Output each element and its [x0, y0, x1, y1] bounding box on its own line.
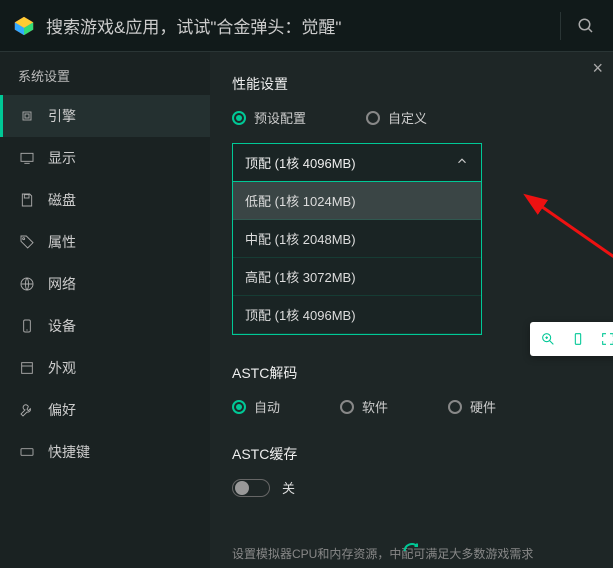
- close-button[interactable]: ×: [592, 58, 603, 79]
- radio-dot-icon: [340, 400, 354, 414]
- divider: [560, 12, 561, 40]
- cpu-icon: [18, 107, 36, 125]
- monitor-icon: [18, 149, 36, 167]
- perf-mode-radios: 预设配置 自定义: [232, 108, 591, 127]
- refresh-icon[interactable]: [402, 541, 422, 564]
- searchbar: 搜索游戏&应用，试试"合金弹头：觉醒": [0, 0, 613, 52]
- disk-icon: [18, 191, 36, 209]
- tag-icon: [18, 233, 36, 251]
- perf-title: 性能设置: [232, 74, 591, 94]
- sidebar-item-label: 属性: [48, 232, 76, 252]
- perf-preset-dropdown: 顶配 (1核 4096MB) 低配 (1核 1024MB) 中配 (1核 204…: [232, 143, 482, 335]
- annotation-toolbar: [530, 322, 613, 356]
- radio-label: 软件: [362, 397, 388, 416]
- radio-dot-icon: [366, 111, 380, 125]
- sidebar-item-label: 显示: [48, 148, 76, 168]
- search-input[interactable]: 搜索游戏&应用，试试"合金弹头：觉醒": [46, 13, 552, 38]
- dropdown-options: 低配 (1核 1024MB) 中配 (1核 2048MB) 高配 (1核 307…: [233, 181, 481, 334]
- radio-label: 自定义: [388, 108, 427, 127]
- radio-label: 硬件: [470, 397, 496, 416]
- dropdown-option-low[interactable]: 低配 (1核 1024MB): [233, 182, 481, 220]
- search-button[interactable]: [569, 9, 603, 43]
- radio-astc-auto[interactable]: 自动: [232, 397, 280, 416]
- sidebar-item-appearance[interactable]: 外观: [0, 347, 210, 389]
- main: 系统设置 引擎 显示 磁盘 属性 网络 设备 外观: [0, 52, 613, 568]
- sidebar-item-device[interactable]: 设备: [0, 305, 210, 347]
- sidebar-item-label: 偏好: [48, 400, 76, 420]
- tool-zoom-button[interactable]: [534, 326, 562, 352]
- dropdown-option-high[interactable]: 高配 (1核 3072MB): [233, 258, 481, 296]
- astc-cache-state: 关: [282, 478, 295, 497]
- sidebar-item-display[interactable]: 显示: [0, 137, 210, 179]
- sidebar-item-network[interactable]: 网络: [0, 263, 210, 305]
- sidebar-title: 系统设置: [0, 52, 210, 95]
- globe-icon: [18, 275, 36, 293]
- chevron-up-icon: [455, 154, 469, 171]
- dropdown-option-mid[interactable]: 中配 (1核 2048MB): [233, 220, 481, 258]
- astc-decode-section: ASTC解码 自动 软件 硬件: [232, 363, 591, 416]
- app-logo: [10, 12, 38, 40]
- sidebar-item-property[interactable]: 属性: [0, 221, 210, 263]
- sidebar-item-preference[interactable]: 偏好: [0, 389, 210, 431]
- sidebar: 系统设置 引擎 显示 磁盘 属性 网络 设备 外观: [0, 52, 210, 568]
- radio-preset[interactable]: 预设配置: [232, 108, 306, 127]
- radio-dot-icon: [232, 400, 246, 414]
- sidebar-item-label: 引擎: [48, 106, 76, 126]
- sidebar-item-label: 磁盘: [48, 190, 76, 210]
- radio-custom[interactable]: 自定义: [366, 108, 427, 127]
- radio-astc-software[interactable]: 软件: [340, 397, 388, 416]
- sidebar-item-shortcut[interactable]: 快捷键: [0, 431, 210, 473]
- sidebar-item-label: 网络: [48, 274, 76, 294]
- astc-cache-title: ASTC缓存: [232, 444, 591, 464]
- dropdown-selected-label: 顶配 (1核 4096MB): [245, 153, 356, 172]
- device-icon: [18, 317, 36, 335]
- radio-dot-icon: [232, 111, 246, 125]
- tool-device-button[interactable]: [564, 326, 592, 352]
- radio-dot-icon: [448, 400, 462, 414]
- dropdown-selected[interactable]: 顶配 (1核 4096MB): [233, 144, 481, 181]
- astc-cache-section: ASTC缓存 关: [232, 444, 591, 497]
- sidebar-item-label: 设备: [48, 316, 76, 336]
- sidebar-item-label: 快捷键: [48, 442, 90, 462]
- sidebar-item-disk[interactable]: 磁盘: [0, 179, 210, 221]
- sidebar-item-label: 外观: [48, 358, 76, 378]
- radio-label: 预设配置: [254, 108, 306, 127]
- keyboard-icon: [18, 443, 36, 461]
- sidebar-item-engine[interactable]: 引擎: [0, 95, 210, 137]
- settings-content: × 性能设置 预设配置 自定义 顶配 (1核 4096MB) 低配 (1核 10…: [210, 52, 613, 568]
- radio-astc-hardware[interactable]: 硬件: [448, 397, 496, 416]
- annotation-arrow-icon: [520, 192, 613, 292]
- astc-cache-toggle[interactable]: [232, 479, 270, 497]
- wrench-icon: [18, 401, 36, 419]
- appearance-icon: [18, 359, 36, 377]
- tool-fullscreen-button[interactable]: [594, 326, 613, 352]
- dropdown-option-top[interactable]: 顶配 (1核 4096MB): [233, 296, 481, 334]
- radio-label: 自动: [254, 397, 280, 416]
- astc-decode-title: ASTC解码: [232, 363, 591, 383]
